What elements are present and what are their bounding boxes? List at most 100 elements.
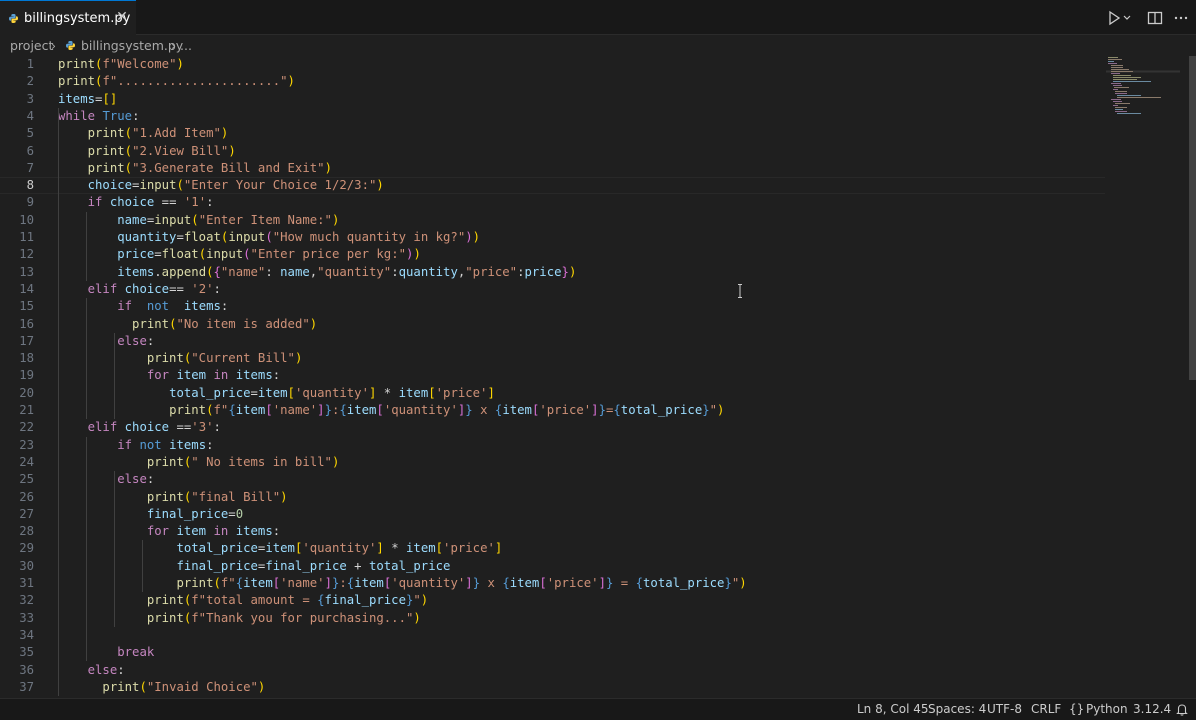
code-line[interactable]: 6 print("2.View Bill") <box>0 143 1105 160</box>
code-token: ) <box>228 143 236 158</box>
line-number: 31 <box>19 576 34 590</box>
line-number: 16 <box>19 316 34 331</box>
code-line[interactable]: 11 quantity=float(input("How much quanti… <box>0 229 1105 246</box>
code-token: { <box>213 264 221 279</box>
code-token: item <box>509 576 540 590</box>
code-line[interactable]: 23 if not items: <box>0 437 1105 454</box>
code-line[interactable]: 31 print(f"{item['name']}:{item['quantit… <box>0 575 1105 592</box>
code-token: '3' <box>191 420 214 435</box>
line-number: 24 <box>19 454 34 469</box>
breadcrumb-more[interactable]: ... <box>180 38 192 53</box>
code-line[interactable]: 4 while True: <box>0 108 1105 125</box>
language-mode[interactable]: Python <box>1086 702 1128 716</box>
code-token: : <box>517 264 525 279</box>
code-token: '2' <box>191 281 214 296</box>
code-token: [ <box>428 385 436 400</box>
code-token: : <box>146 472 155 487</box>
code-token: { <box>228 403 236 417</box>
code-token: print <box>132 316 170 331</box>
code-line[interactable]: 12 price=float(input("Enter price per kg… <box>0 246 1105 263</box>
line-ending[interactable]: CRLF <box>1031 702 1061 716</box>
code-token: "Enter Your Choice 1/2/3:" <box>183 178 377 193</box>
code-line[interactable]: 2 print(f"......................") <box>0 73 1105 90</box>
code-line[interactable]: 36 else: <box>0 662 1105 679</box>
code-line[interactable]: 14 elif choice== '2': <box>0 281 1105 298</box>
code-line[interactable]: 24 print(" No items in bill") <box>0 454 1105 471</box>
code-line[interactable]: 25 else: <box>0 471 1105 488</box>
code-line[interactable]: 29 total_price=item['quantity'] * item['… <box>0 540 1105 557</box>
code-line[interactable]: 33 print(f"Thank you for purchasing...") <box>0 610 1105 627</box>
code-line[interactable]: 7 print("3.Generate Bill and Exit") <box>0 160 1105 177</box>
code-line[interactable]: 15 if not items: <box>0 298 1105 315</box>
minimap[interactable] <box>1106 56 1180 116</box>
code-token: } <box>702 403 710 417</box>
code-token: print <box>146 489 184 504</box>
code-token: if <box>117 437 133 452</box>
code-text: print(f"Welcome") <box>58 56 184 73</box>
code-line[interactable]: 16 print("No item is added") <box>0 316 1105 333</box>
code-token: in <box>213 368 229 383</box>
code-token: 'price' <box>539 403 592 417</box>
code-line[interactable]: 10 name=input("Enter Item Name:") <box>0 212 1105 229</box>
encoding[interactable]: UTF-8 <box>987 702 1022 716</box>
code-line[interactable]: 1 print(f"Welcome") <box>0 56 1105 73</box>
code-token: ) <box>257 679 266 694</box>
code-token: item <box>354 576 384 590</box>
code-line[interactable]: 35 break <box>0 644 1105 661</box>
code-text: print("Invaid Choice") <box>58 679 265 696</box>
split-editor-icon[interactable] <box>1146 9 1164 27</box>
code-editor[interactable]: 1 print(f"Welcome") 2 print(f".............… <box>0 56 1190 698</box>
code-line[interactable]: 21 print(f"{item['name']}:{item['quantit… <box>0 402 1105 419</box>
code-text: items=[] <box>58 91 117 108</box>
line-number: 30 <box>19 558 34 573</box>
chevron-down-icon[interactable] <box>1122 9 1132 27</box>
cursor-position[interactable]: Ln 8, Col 45 <box>857 702 929 716</box>
code-line[interactable]: 17 else: <box>0 333 1105 350</box>
code-token: "quantity" <box>317 264 392 279</box>
breadcrumb-folder[interactable]: project <box>10 38 53 53</box>
code-token: ] <box>376 541 384 556</box>
code-line[interactable]: 32 print(f"total amount = {final_price}"… <box>0 592 1105 609</box>
code-text: for item in items: <box>58 523 280 540</box>
line-number: 14 <box>19 281 34 296</box>
code-line[interactable]: 27 final_price=0 <box>0 506 1105 523</box>
code-line[interactable]: 30 final_price=final_price + total_price <box>0 558 1105 575</box>
more-actions-icon[interactable] <box>1172 9 1190 27</box>
line-number: 29 <box>19 541 34 556</box>
code-token: "final Bill" <box>191 489 281 504</box>
code-token: x <box>480 576 503 590</box>
code-line[interactable]: 8 choice=input("Enter Your Choice 1/2/3:… <box>0 177 1105 195</box>
python-version[interactable]: 3.12.4 <box>1133 702 1171 716</box>
code-line[interactable]: 13 items.append({"name": name,"quantity"… <box>0 264 1105 281</box>
code-line[interactable]: 37 print("Invaid Choice") <box>0 679 1105 696</box>
code-line[interactable]: 20 total_price=item['quantity'] * item['… <box>0 385 1105 402</box>
code-line[interactable]: 9 if choice == '1': <box>0 194 1105 211</box>
code-text: print("3.Generate Bill and Exit") <box>58 160 332 177</box>
code-line[interactable]: 26 print("final Bill") <box>0 489 1105 506</box>
code-line[interactable]: 22 elif choice =='3': <box>0 419 1105 436</box>
code-line[interactable]: 19 for item in items: <box>0 367 1105 384</box>
code-line[interactable]: 3 items=[] <box>0 91 1105 108</box>
code-token: else <box>117 333 147 348</box>
code-token: 'price' <box>435 385 488 400</box>
code-line[interactable]: 5 print("1.Add Item") <box>0 125 1105 142</box>
vertical-scrollbar[interactable] <box>1189 56 1196 380</box>
code-line[interactable]: 34 <box>0 627 1105 644</box>
tab-billingsystem[interactable]: billingsystem.py ✕ <box>0 0 136 35</box>
indentation[interactable]: Spaces: 4 <box>928 702 986 716</box>
code-line[interactable]: 18 print("Current Bill") <box>0 350 1105 367</box>
code-token: "1.Add Item" <box>132 126 221 141</box>
close-icon[interactable]: ✕ <box>114 9 130 25</box>
breadcrumb-file[interactable]: billingsystem.py <box>81 38 183 53</box>
run-icon[interactable] <box>1105 9 1123 27</box>
bell-icon[interactable] <box>1176 703 1188 716</box>
code-token: ] <box>317 403 325 417</box>
code-line[interactable]: 28 for item in items: <box>0 523 1105 540</box>
code-token: if <box>117 299 133 314</box>
code-token: = <box>250 385 258 400</box>
code-text: print("Current Bill") <box>58 350 303 367</box>
